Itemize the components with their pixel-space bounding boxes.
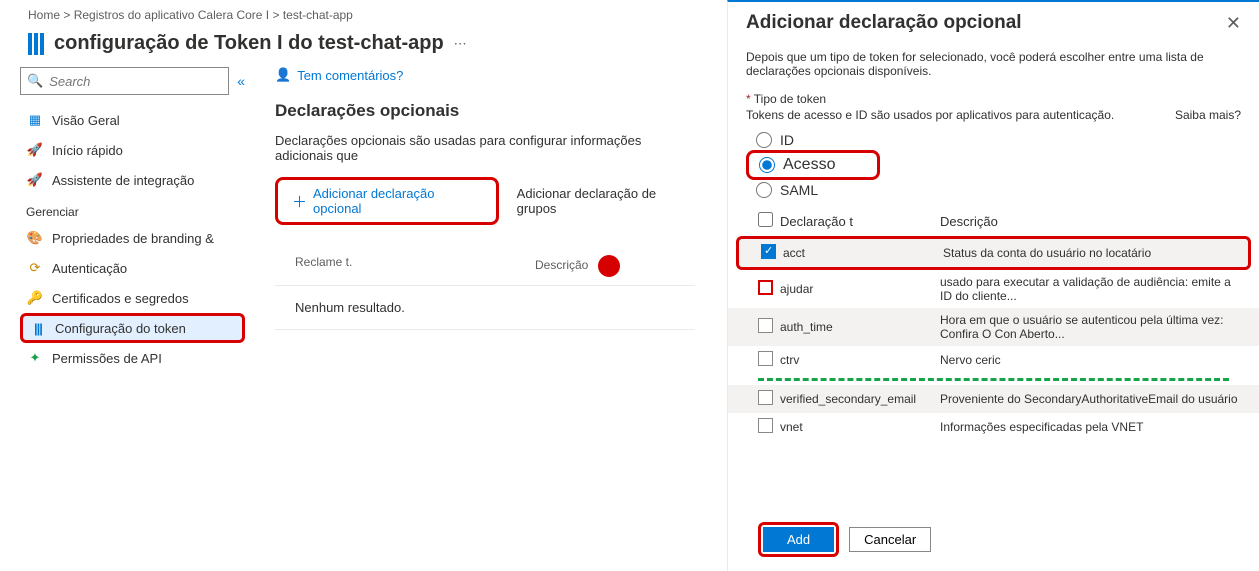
sidebar-item-overview[interactable]: ▦ Visão Geral [20, 105, 245, 135]
claim-name: ctrv [780, 353, 940, 367]
feedback-icon: 👤 [275, 67, 291, 83]
th-claim: Reclame t. [295, 255, 535, 277]
checkbox-ajudar[interactable] [758, 280, 773, 295]
radio-saml-label: SAML [780, 182, 818, 198]
sidebar-item-auth[interactable]: ⟳ Autenticação [20, 253, 245, 283]
claims-table-header: Reclame t. Descrição [275, 255, 695, 286]
add-button[interactable]: Add [763, 527, 834, 552]
radio-access-label: Acesso [783, 156, 835, 174]
claims-panel-table: Declaração t Descrição acct Status da co… [728, 208, 1259, 441]
no-results-row: Nenhum resultado. [275, 286, 695, 330]
claim-desc: Nervo ceric [940, 353, 1241, 367]
feedback-link[interactable]: 👤 Tem comentários? [275, 67, 695, 83]
sidebar-item-label: Propriedades de branding & [52, 231, 214, 246]
sidebar-item-integration[interactable]: 🚀 Assistente de integração [20, 165, 245, 195]
feedback-label: Tem comentários? [297, 68, 403, 83]
claim-name: verified_secondary_email [780, 392, 940, 406]
claim-desc: Proveniente do SecondaryAuthoritativeEma… [940, 392, 1241, 406]
highlight-dot [598, 255, 620, 277]
overview-icon: ▦ [26, 112, 44, 128]
list-break-indicator [758, 378, 1229, 381]
breadcrumb-home[interactable]: Home > [28, 8, 70, 22]
sidebar-item-api[interactable]: ✦ Permissões de API [20, 343, 245, 373]
claim-row-authtime[interactable]: auth_time Hora em que o usuário se auten… [728, 308, 1259, 346]
checkbox-vnet[interactable] [758, 418, 773, 433]
integration-icon: 🚀 [26, 172, 44, 188]
sidebar-item-token-config[interactable]: ||| Configuração do token [20, 313, 245, 343]
select-all-checkbox[interactable] [758, 212, 773, 227]
token-config-icon: ||| [29, 321, 47, 336]
checkbox-authtime[interactable] [758, 318, 773, 333]
panel-title: Adicionar declaração opcional [746, 12, 1022, 34]
radio-access-input[interactable] [759, 157, 775, 173]
claim-name: vnet [780, 420, 940, 434]
sidebar-item-branding[interactable]: 🎨 Propriedades de branding & [20, 223, 245, 253]
checkbox-ctrv[interactable] [758, 351, 773, 366]
claim-name: ajudar [780, 282, 940, 296]
breadcrumb-last[interactable]: test-chat-app [283, 8, 353, 22]
claim-row-vnet[interactable]: vnet Informações especificadas pela VNET [728, 413, 1259, 441]
claim-desc: Informações especificadas pela VNET [940, 420, 1241, 434]
app-icon [28, 33, 44, 55]
radio-saml-input[interactable] [756, 182, 772, 198]
sidebar-item-quickstart[interactable]: 🚀 Início rápido [20, 135, 245, 165]
radio-id-label: ID [780, 132, 794, 148]
add-optional-claim-panel: Adicionar declaração opcional ✕ Depois q… [727, 0, 1259, 571]
claim-name: auth_time [780, 320, 940, 334]
quickstart-icon: 🚀 [26, 142, 44, 158]
branding-icon: 🎨 [26, 230, 44, 246]
learn-more-link[interactable]: Saiba mais? [1175, 108, 1241, 122]
checkbox-acct[interactable] [761, 244, 776, 259]
token-type-subinfo: Tokens de acesso e ID são usados por apl… [746, 108, 1114, 122]
sidebar-search[interactable]: 🔍 [20, 67, 229, 95]
cancel-button[interactable]: Cancelar [849, 527, 931, 552]
page-title: configuração de Token I do test-chat-app [54, 32, 444, 55]
sidebar-item-label: Permissões de API [52, 351, 162, 366]
claim-desc: Hora em que o usuário se autenticou pela… [940, 313, 1241, 341]
auth-icon: ⟳ [26, 260, 44, 276]
radio-id-input[interactable] [756, 132, 772, 148]
main-content: 👤 Tem comentários? Declarações opcionais… [255, 67, 715, 373]
sidebar-item-label: Configuração do token [55, 321, 186, 336]
add-groups-claim-button[interactable]: Adicionar declaração de grupos [517, 186, 695, 216]
section-description: Declarações opcionais são usadas para co… [275, 133, 695, 163]
th-desc: Descrição [535, 255, 675, 277]
claim-row-ajudar[interactable]: ajudar usado para executar a validação d… [728, 270, 1259, 308]
panel-info: Depois que um tipo de token for selecion… [728, 40, 1259, 92]
collapse-sidebar-icon[interactable]: « [237, 73, 245, 89]
more-menu-icon[interactable]: ⋯ [454, 36, 467, 52]
breadcrumb-mid[interactable]: Registros do aplicativo Calera Core I > [74, 8, 280, 22]
search-input[interactable] [49, 74, 222, 89]
sidebar-group-manage: Gerenciar [20, 195, 245, 223]
add-claim-label: Adicionar declaração opcional [313, 186, 482, 216]
radio-saml[interactable]: SAML [728, 180, 1259, 200]
sidebar: 🔍 « ▦ Visão Geral 🚀 Início rápido 🚀 Assi… [0, 67, 255, 373]
panel-th-desc: Descrição [940, 214, 1241, 229]
claim-desc: usado para executar a validação de audiê… [940, 275, 1241, 303]
claim-desc: Status da conta do usuário no locatário [943, 246, 1238, 260]
sidebar-item-label: Certificados e segredos [52, 291, 189, 306]
claim-row-acct[interactable]: acct Status da conta do usuário no locat… [736, 236, 1251, 270]
add-button-highlight: Add [758, 522, 839, 557]
plus-icon: ＋ [292, 191, 307, 212]
sidebar-item-label: Visão Geral [52, 113, 120, 128]
panel-th-claim: Declaração t [780, 214, 940, 229]
close-icon[interactable]: ✕ [1226, 13, 1241, 34]
sidebar-item-label: Autenticação [52, 261, 127, 276]
token-type-label: * Tipo de token [728, 92, 1259, 106]
checkbox-verified-email[interactable] [758, 390, 773, 405]
claim-name: acct [783, 246, 943, 260]
sidebar-item-label: Início rápido [52, 143, 123, 158]
sidebar-item-label: Assistente de integração [52, 173, 194, 188]
sidebar-item-secrets[interactable]: 🔑 Certificados e segredos [20, 283, 245, 313]
radio-id[interactable]: ID [728, 130, 1259, 150]
api-icon: ✦ [26, 350, 44, 366]
radio-access[interactable]: Acesso [759, 154, 853, 176]
secrets-icon: 🔑 [26, 290, 44, 306]
claim-row-verified-email[interactable]: verified_secondary_email Proveniente do … [728, 385, 1259, 413]
add-optional-claim-button[interactable]: ＋ Adicionar declaração opcional [275, 177, 499, 225]
search-icon: 🔍 [27, 73, 43, 89]
section-heading: Declarações opcionais [275, 101, 695, 121]
claim-row-ctrv[interactable]: ctrv Nervo ceric [728, 346, 1259, 374]
